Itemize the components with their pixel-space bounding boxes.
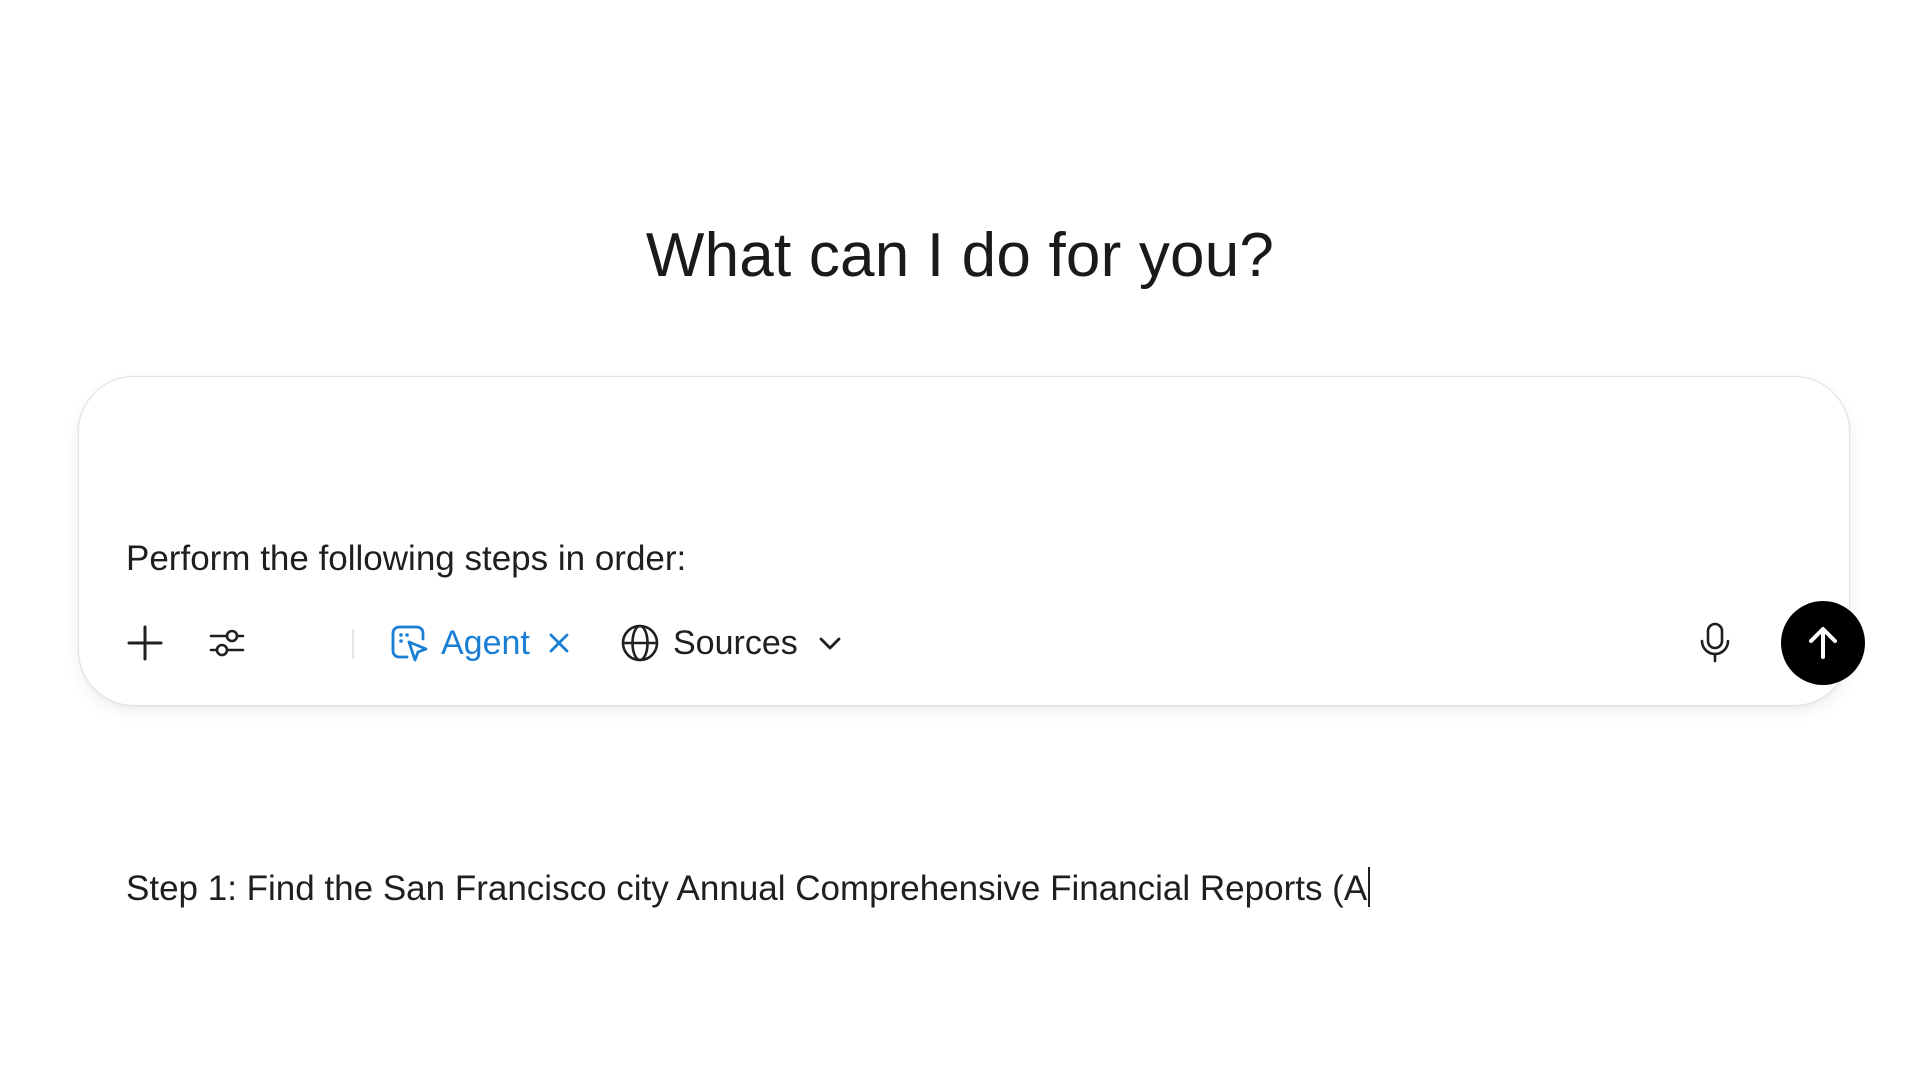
add-button[interactable] <box>119 617 171 669</box>
prompt-line-2[interactable] <box>126 696 1786 751</box>
sources-dropdown[interactable]: Sources <box>619 617 844 669</box>
plus-icon <box>125 623 165 663</box>
close-icon[interactable] <box>546 630 572 656</box>
page-title: What can I do for you? <box>645 221 1275 290</box>
composer-toolbar: Agent Sources <box>119 601 1865 685</box>
prompt-composer[interactable]: Perform the following steps in order: St… <box>78 376 1865 908</box>
sources-label: Sources <box>673 623 798 662</box>
page: What can I do for you? Perform the follo… <box>0 0 1920 1080</box>
prompt-line-3[interactable]: Step 1: Find the San Francisco city Annu… <box>126 861 1786 916</box>
sliders-icon <box>206 622 248 664</box>
agent-label: Agent <box>441 623 530 662</box>
microphone-icon <box>1697 621 1733 665</box>
chevron-down-icon <box>816 629 844 657</box>
prompt-line-3-text[interactable]: Step 1: Find the San Francisco city Annu… <box>126 869 1367 908</box>
prompt-line-1[interactable]: Perform the following steps in order: <box>126 531 1786 586</box>
agent-cursor-icon <box>387 621 431 665</box>
voice-input-button[interactable] <box>1689 617 1741 669</box>
toolbar-divider <box>352 629 354 659</box>
settings-button[interactable] <box>201 617 253 669</box>
text-caret <box>1368 867 1371 907</box>
send-button[interactable] <box>1781 601 1865 685</box>
agent-mode-chip[interactable]: Agent <box>387 617 572 669</box>
arrow-up-icon <box>1803 623 1843 663</box>
prompt-input[interactable]: Perform the following steps in order: St… <box>126 421 1786 1026</box>
globe-icon <box>619 622 661 664</box>
